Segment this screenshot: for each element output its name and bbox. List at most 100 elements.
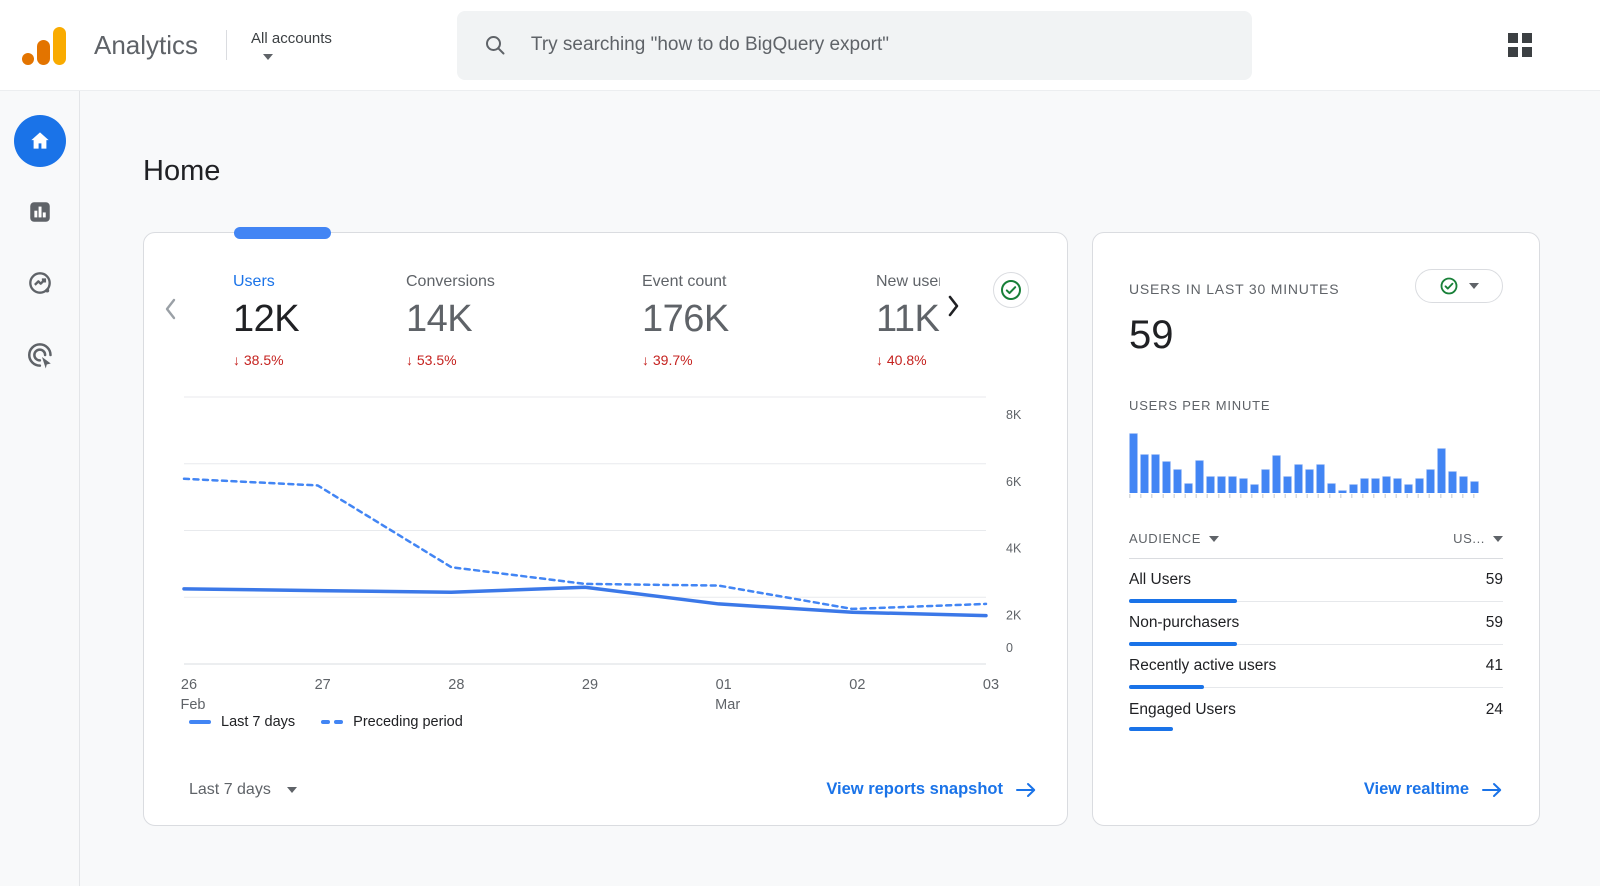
minute-bar — [1129, 433, 1138, 493]
date-range-selector[interactable]: Last 7 days — [189, 781, 297, 799]
explore-icon — [26, 269, 54, 297]
users-per-minute-chart — [1129, 433, 1484, 493]
minute-bar — [1349, 484, 1358, 493]
audience-users: 59 — [1486, 614, 1503, 632]
metrics-prev-button[interactable] — [162, 296, 180, 322]
users-per-minute-title: USERS PER MINUTE — [1129, 398, 1503, 413]
audience-users: 24 — [1486, 701, 1503, 719]
minute-bar — [1294, 464, 1303, 493]
legend-item-dashed: Preceding period — [321, 714, 463, 730]
chevron-down-icon — [287, 787, 297, 793]
sidebar-item-advertising[interactable] — [25, 340, 55, 370]
audience-users: 59 — [1486, 571, 1503, 589]
card-carousel-indicator[interactable] — [234, 227, 331, 239]
minute-bar — [1283, 476, 1292, 493]
audience-users: 41 — [1486, 657, 1503, 675]
svg-text:27: 27 — [315, 677, 331, 693]
sidebar-item-reports[interactable] — [27, 199, 53, 225]
minute-bar — [1305, 469, 1314, 493]
account-switcher[interactable]: All accounts — [251, 30, 332, 60]
svg-text:26: 26 — [181, 677, 197, 693]
search-input[interactable] — [529, 33, 1226, 57]
minute-bar — [1272, 455, 1281, 493]
arrow-right-icon — [1015, 781, 1037, 799]
svg-text:2K: 2K — [1006, 608, 1022, 622]
users-column-header[interactable]: US... — [1453, 531, 1503, 546]
check-circle-icon — [999, 278, 1023, 302]
minute-bar — [1239, 478, 1248, 493]
minute-bar — [1316, 464, 1325, 493]
minute-bar — [1162, 461, 1171, 493]
minute-bar — [1360, 478, 1369, 493]
minute-bar — [1327, 483, 1336, 493]
metric-value: 12K — [233, 298, 406, 341]
view-realtime-link[interactable]: View realtime — [1364, 780, 1503, 799]
apps-grid-icon[interactable] — [1508, 33, 1532, 57]
realtime-title: USERS IN LAST 30 MINUTES — [1129, 281, 1339, 297]
metric-value: 176K — [642, 298, 876, 341]
metric-label: Event count — [642, 273, 876, 291]
view-reports-snapshot-label: View reports snapshot — [826, 780, 1003, 799]
minute-bar — [1228, 476, 1237, 493]
data-quality-button[interactable] — [993, 272, 1029, 308]
metric-delta: ↓ 38.5% — [233, 352, 406, 368]
minute-bar — [1195, 460, 1204, 493]
view-reports-snapshot-link[interactable]: View reports snapshot — [826, 780, 1037, 799]
svg-text:Mar: Mar — [715, 697, 740, 713]
metric-value: 14K — [406, 298, 642, 341]
audience-name: All Users — [1129, 571, 1191, 589]
audience-name: Non-purchasers — [1129, 614, 1239, 632]
metric-tab-new-users[interactable]: New users11K↓ 40.8% — [876, 273, 940, 368]
minute-bar — [1140, 454, 1149, 493]
audience-name: Recently active users — [1129, 657, 1276, 675]
minute-bar — [1371, 478, 1380, 493]
audience-row: All Users 59 — [1129, 559, 1503, 602]
minute-bar — [1217, 476, 1226, 493]
minute-bar — [1426, 469, 1435, 493]
svg-text:0: 0 — [1006, 641, 1013, 655]
users-last-30-min-value: 59 — [1129, 313, 1503, 358]
minute-bar — [1206, 476, 1215, 493]
search-bar[interactable] — [457, 11, 1252, 80]
bar-chart-icon — [27, 199, 53, 225]
metric-tab-conversions[interactable]: Conversions14K↓ 53.5% — [406, 273, 642, 368]
metric-label: Users — [233, 273, 406, 291]
svg-text:Feb: Feb — [181, 697, 206, 713]
check-circle-icon — [1439, 276, 1459, 296]
brand-title: Analytics — [94, 30, 198, 61]
sidebar-item-explore[interactable] — [26, 269, 54, 297]
legend-item-solid: Last 7 days — [189, 714, 295, 730]
analytics-logo-icon — [22, 25, 66, 65]
metric-tab-event-count[interactable]: Event count176K↓ 39.7% — [642, 273, 876, 368]
minute-bar — [1459, 476, 1468, 493]
minute-bar — [1437, 448, 1446, 493]
metric-label: New users — [876, 273, 940, 291]
minute-bar — [1393, 478, 1402, 493]
svg-text:4K: 4K — [1006, 542, 1022, 556]
svg-text:8K: 8K — [1006, 408, 1022, 422]
chevron-down-icon — [1469, 283, 1479, 289]
arrow-right-icon — [1481, 781, 1503, 799]
sidebar — [0, 91, 80, 886]
minute-bar — [1184, 483, 1193, 493]
metric-tab-users[interactable]: Users 12K ↓ 38.5% — [233, 273, 406, 368]
minute-bar — [1151, 454, 1160, 493]
home-icon — [27, 128, 53, 154]
minute-bar — [1470, 481, 1479, 493]
minute-bar — [1448, 471, 1457, 493]
chart-legend: Last 7 days Preceding period — [189, 714, 463, 730]
svg-text:6K: 6K — [1006, 475, 1022, 489]
svg-text:01: 01 — [716, 677, 732, 693]
audience-name: Engaged Users — [1129, 701, 1236, 719]
metrics-next-button[interactable] — [944, 293, 962, 319]
realtime-status-button[interactable] — [1415, 269, 1503, 303]
chevron-down-icon — [263, 54, 273, 60]
audience-column-header[interactable]: AUDIENCE — [1129, 531, 1219, 546]
solid-line-swatch — [189, 720, 211, 724]
series-solid — [184, 587, 986, 615]
users-trend-chart: 8K6K4K2K026Feb27282901Mar0203 — [144, 383, 1069, 718]
svg-text:03: 03 — [983, 677, 999, 693]
audience-progress-bar — [1129, 727, 1173, 731]
main-content: Home Users12K↓ 38.5%Conversions14K↓ 53.5… — [80, 91, 1600, 886]
sidebar-item-home[interactable] — [14, 115, 66, 167]
